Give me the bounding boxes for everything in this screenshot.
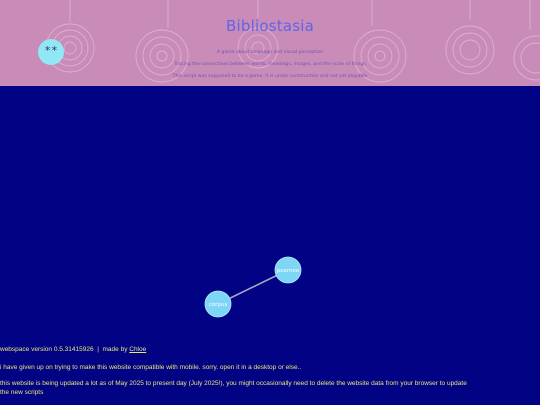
mobile-notice: i have given up on trying to make this w… xyxy=(0,364,302,371)
graph-node-label: poemeo xyxy=(277,268,300,274)
update-notice-line-1: this website is being updated a lot as o… xyxy=(0,380,467,387)
tagline-line-1: A game about language and visual percept… xyxy=(216,50,324,55)
graph-node-corpus[interactable]: corpus xyxy=(204,290,232,318)
version-text: webspace version 0.5.31415926 | made by xyxy=(0,346,130,353)
site-header: Bibliostasia A game about language and v… xyxy=(0,0,540,86)
update-notice-line-2: the new scripts xyxy=(0,389,44,396)
graph-node-poemeo[interactable]: poemeo xyxy=(274,256,302,284)
graph-node-label: corpus xyxy=(209,302,228,308)
author-link[interactable]: Chloe xyxy=(129,346,146,353)
menu-badge-button[interactable]: ** xyxy=(38,39,64,65)
site-title: Bibliostasia xyxy=(226,17,314,35)
tagline-line-3: This script was supposed to be a game. I… xyxy=(172,74,368,79)
version-line: webspace version 0.5.31415926 | made by … xyxy=(0,345,540,354)
tagline-line-2: Tracing the connections between words, m… xyxy=(174,62,366,67)
word-graph[interactable]: poemeo corpus xyxy=(0,86,540,336)
